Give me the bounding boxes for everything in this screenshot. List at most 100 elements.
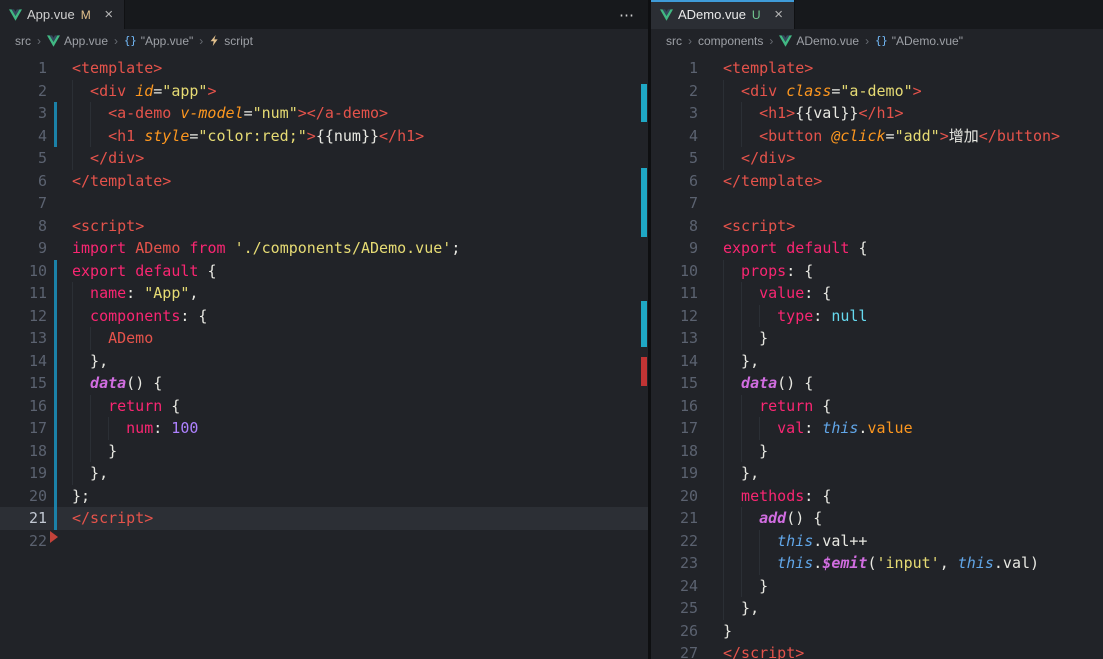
code-line[interactable]: 8 <script> xyxy=(0,215,648,238)
code-line[interactable]: 20}; xyxy=(0,484,648,508)
line-number[interactable]: 27 xyxy=(651,642,698,659)
line-number[interactable]: 8 xyxy=(0,215,47,238)
code-line[interactable]: 4 <button @click="add">增加</button> xyxy=(651,124,1103,148)
code-line[interactable]: 17 val: this.value xyxy=(651,417,1103,440)
code-line[interactable]: 1 <template> xyxy=(651,57,1103,80)
line-number[interactable]: 25 xyxy=(651,597,698,620)
code-line[interactable]: 14}, xyxy=(651,349,1103,373)
line-number[interactable]: 9 xyxy=(651,237,698,260)
code-line[interactable]: 4 <h1 style="color:red;">{{num}}</h1> xyxy=(0,124,648,148)
code-line[interactable]: 2 <div class="a-demo"> xyxy=(651,79,1103,103)
line-number[interactable]: 18 xyxy=(0,440,47,463)
code-line[interactable]: 12 type: null xyxy=(651,304,1103,328)
code-line[interactable]: 6 </template> xyxy=(651,170,1103,193)
line-number[interactable]: 19 xyxy=(0,462,47,485)
line-number[interactable]: 2 xyxy=(0,80,47,103)
code-line[interactable]: 13 ADemo xyxy=(0,327,648,350)
line-number[interactable]: 1 xyxy=(651,57,698,80)
code-line[interactable]: 3 <a-demo v-model="num"></a-demo> xyxy=(0,102,648,125)
code-line[interactable]: 9 export default { xyxy=(651,237,1103,260)
line-number[interactable]: 12 xyxy=(651,305,698,328)
code-line[interactable]: 27 </script> xyxy=(651,642,1103,659)
line-number[interactable]: 15 xyxy=(0,372,47,395)
code-line[interactable]: 5 </div> xyxy=(0,147,648,170)
line-number[interactable]: 13 xyxy=(651,327,698,350)
code-line[interactable]: 15 data() { xyxy=(651,372,1103,395)
line-number[interactable]: 13 xyxy=(0,327,47,350)
code-line[interactable]: 13} xyxy=(651,327,1103,350)
code-line[interactable]: 7 xyxy=(651,192,1103,215)
line-number[interactable]: 7 xyxy=(0,192,47,215)
line-number[interactable]: 23 xyxy=(651,552,698,575)
code-line[interactable]: 19}, xyxy=(651,462,1103,485)
breadcrumb-item[interactable]: components xyxy=(698,34,763,48)
line-number[interactable]: 8 xyxy=(651,215,698,238)
code-editor-left[interactable]: 1 <template> 2 <div id="app"> 3 <a-demo v-mod… xyxy=(0,52,648,659)
line-number[interactable]: 1 xyxy=(0,57,47,80)
code-line[interactable]: 6 </template> xyxy=(0,170,648,193)
line-number[interactable]: 4 xyxy=(651,125,698,148)
breadcrumb-item[interactable]: {} "App.vue" xyxy=(124,34,193,48)
breadcrumb-item[interactable]: App.vue xyxy=(47,34,108,48)
breadcrumb-item[interactable]: src xyxy=(15,34,31,48)
line-number[interactable]: 10 xyxy=(651,260,698,283)
breadcrumb-item[interactable]: script xyxy=(209,34,253,48)
more-actions-icon[interactable]: ⋯ xyxy=(607,6,648,24)
close-icon[interactable]: × xyxy=(770,6,788,24)
line-number[interactable]: 14 xyxy=(0,350,47,373)
code-line[interactable]: 16 return { xyxy=(0,394,648,418)
line-number[interactable]: 26 xyxy=(651,620,698,643)
code-editor-right[interactable]: 1 <template> 2 <div class="a-demo"> 3 <h1>{{v… xyxy=(651,52,1103,659)
line-number[interactable]: 2 xyxy=(651,80,698,103)
breadcrumb-item[interactable]: src xyxy=(666,34,682,48)
code-line[interactable]: 5 </div> xyxy=(651,147,1103,170)
code-line[interactable]: 14}, xyxy=(0,349,648,373)
line-number[interactable]: 5 xyxy=(651,147,698,170)
code-line[interactable]: 10 props: { xyxy=(651,259,1103,283)
line-number[interactable]: 11 xyxy=(651,282,698,305)
line-number[interactable]: 16 xyxy=(0,395,47,418)
line-number[interactable]: 17 xyxy=(651,417,698,440)
line-number[interactable]: 15 xyxy=(651,372,698,395)
code-line[interactable]: 8 <script> xyxy=(651,215,1103,238)
line-number[interactable]: 22 xyxy=(0,530,47,553)
code-line[interactable]: 17 num: 100 xyxy=(0,417,648,440)
code-line[interactable]: 15 data() { xyxy=(0,372,648,395)
breadcrumb-item[interactable]: ADemo.vue xyxy=(779,34,859,48)
line-number[interactable]: 14 xyxy=(651,350,698,373)
code-line[interactable]: 9 import ADemo from './components/ADemo.v… xyxy=(0,237,648,260)
code-line[interactable]: 11 name: "App", xyxy=(0,282,648,305)
line-number[interactable]: 5 xyxy=(0,147,47,170)
line-number[interactable]: 3 xyxy=(651,102,698,125)
line-number[interactable]: 12 xyxy=(0,305,47,328)
code-line[interactable]: 22 xyxy=(0,530,648,553)
line-number[interactable]: 6 xyxy=(0,170,47,193)
line-number[interactable]: 18 xyxy=(651,440,698,463)
code-line[interactable]: 7 xyxy=(0,192,648,215)
tab-ademo-vue[interactable]: ADemo.vue U × xyxy=(651,0,795,29)
code-line[interactable]: 16 return { xyxy=(651,394,1103,418)
line-number[interactable]: 6 xyxy=(651,170,698,193)
code-line[interactable]: 26} xyxy=(651,620,1103,643)
line-number[interactable]: 7 xyxy=(651,192,698,215)
line-number[interactable]: 20 xyxy=(0,485,47,508)
close-icon[interactable]: × xyxy=(100,6,118,24)
code-line[interactable]: 12 components: { xyxy=(0,304,648,328)
tab-app-vue[interactable]: App.vue M × xyxy=(0,0,125,29)
line-number[interactable]: 3 xyxy=(0,102,47,125)
line-number[interactable]: 11 xyxy=(0,282,47,305)
code-line[interactable]: 21 add() { xyxy=(651,507,1103,530)
line-number[interactable]: 20 xyxy=(651,485,698,508)
line-number[interactable]: 9 xyxy=(0,237,47,260)
breadcrumb-item[interactable]: {} "ADemo.vue" xyxy=(875,34,963,48)
line-number[interactable]: 16 xyxy=(651,395,698,418)
line-number[interactable]: 17 xyxy=(0,417,47,440)
line-number[interactable]: 24 xyxy=(651,575,698,598)
code-line[interactable]: 2 <div id="app"> xyxy=(0,79,648,103)
code-line[interactable]: 18} xyxy=(651,439,1103,463)
code-line[interactable]: 10 export default { xyxy=(0,259,648,283)
code-line[interactable]: 21 </script> xyxy=(0,507,648,530)
line-number[interactable]: 19 xyxy=(651,462,698,485)
line-number[interactable]: 4 xyxy=(0,125,47,148)
code-line[interactable]: 25}, xyxy=(651,597,1103,620)
